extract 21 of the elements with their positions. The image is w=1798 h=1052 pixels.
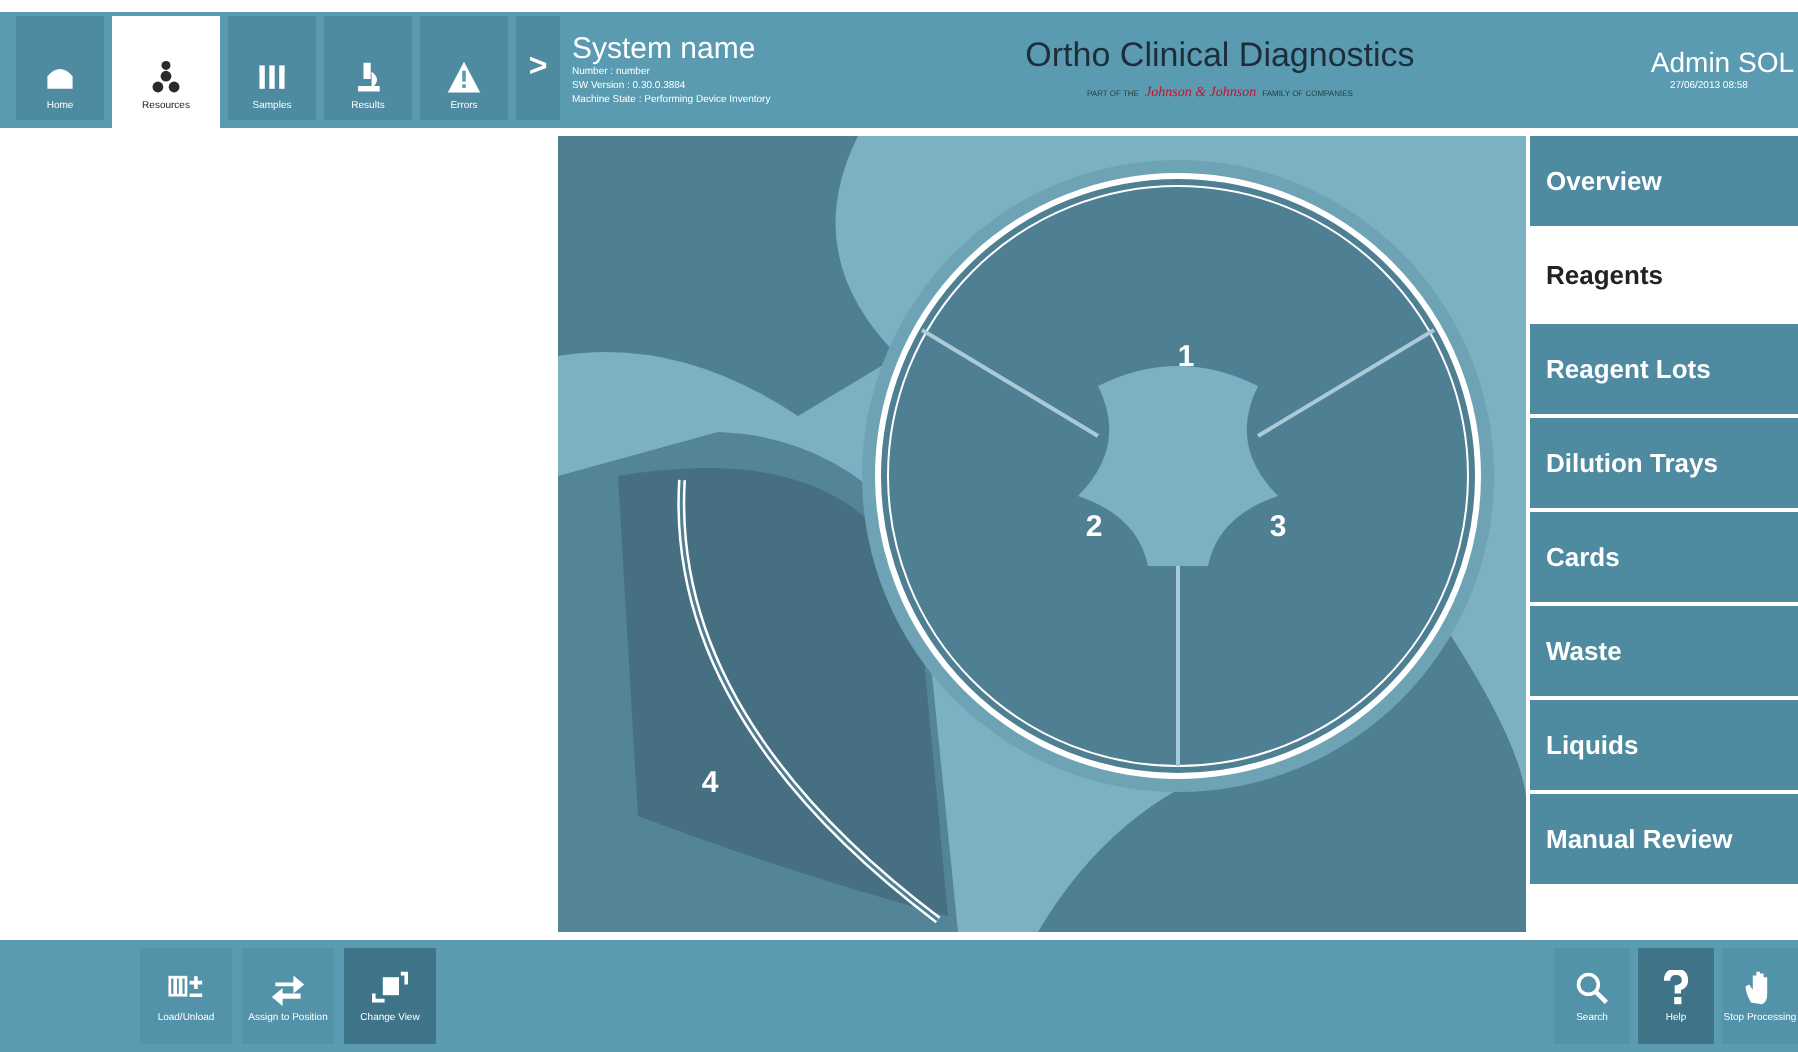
- side-menu-item[interactable]: Waste: [1530, 606, 1798, 696]
- search-icon: [1574, 969, 1610, 1005]
- user-name: Admin SOL: [1650, 46, 1794, 78]
- side-menu-item[interactable]: Dilution Trays: [1530, 418, 1798, 508]
- warning-icon: [446, 60, 482, 96]
- system-name: System name: [572, 33, 758, 65]
- side-menu-item[interactable]: Cards: [1530, 512, 1798, 602]
- tray-number: 4: [701, 766, 719, 800]
- side-menu-item[interactable]: Reagent Lots: [1530, 324, 1798, 414]
- segment-number: 2: [1085, 510, 1103, 544]
- side-menu-item[interactable]: Manual Review: [1530, 794, 1798, 884]
- logo-title: Ortho Clinical Diagnostics: [1025, 36, 1415, 77]
- side-menu-item[interactable]: Overview: [1530, 136, 1798, 226]
- segment-number: 3: [1269, 510, 1287, 544]
- side-menu-item[interactable]: Liquids: [1530, 700, 1798, 790]
- change-view-icon: [372, 969, 408, 1005]
- more-button[interactable]: >: [516, 16, 560, 120]
- three-dots-icon: [148, 60, 184, 96]
- swap-arrows-icon: [270, 969, 306, 1005]
- question-mark-icon: [1658, 969, 1694, 1005]
- segment-number: 1: [1177, 340, 1195, 374]
